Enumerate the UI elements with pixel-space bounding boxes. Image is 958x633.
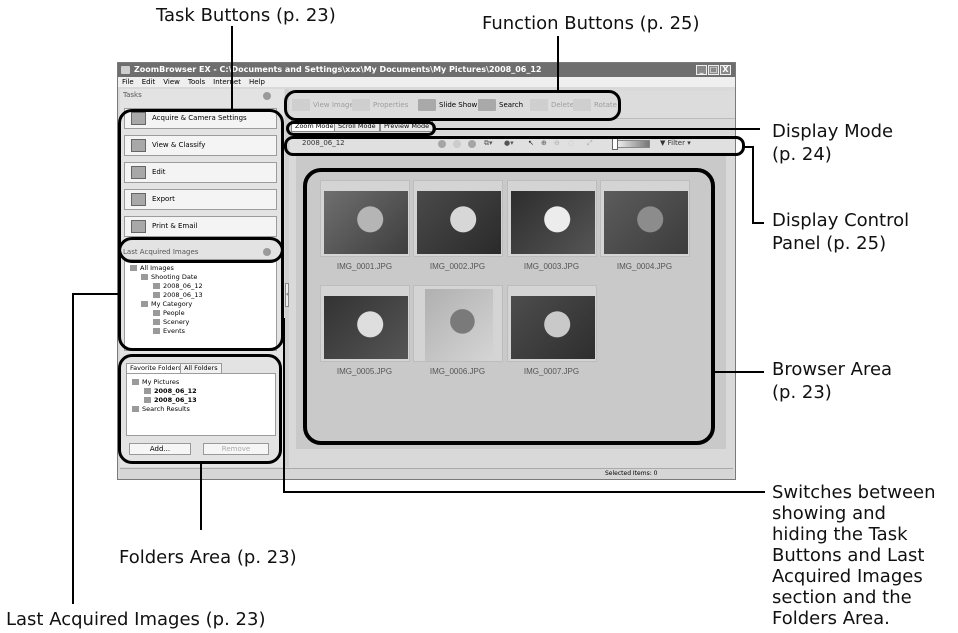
function-buttons-highlight xyxy=(284,90,621,121)
title-bar: ZoomBrowser EX - C:\Documents and Settin… xyxy=(118,63,735,77)
callout-line xyxy=(200,463,202,530)
close-button[interactable]: X xyxy=(720,65,731,75)
callout-switches-5: Acquired Images xyxy=(772,566,923,587)
callout-task-buttons: Task Buttons (p. 23) xyxy=(156,5,336,26)
display-mode-highlight xyxy=(286,121,436,136)
callout-line xyxy=(283,318,285,492)
callout-display-mode-2: (p. 24) xyxy=(772,144,832,165)
callout-line xyxy=(72,293,120,295)
callout-line xyxy=(283,491,765,493)
callout-display-mode-1: Display Mode xyxy=(772,121,894,142)
callout-browser-area-1: Browser Area xyxy=(772,359,893,380)
callout-switches-6: section and the xyxy=(772,587,912,608)
callout-line xyxy=(435,128,760,130)
selected-items-count: Selected Items: 0 xyxy=(605,470,658,477)
callout-browser-area-2: (p. 23) xyxy=(772,382,832,403)
callout-switches-2: showing and xyxy=(772,503,886,524)
app-icon xyxy=(121,66,130,74)
callout-line xyxy=(752,146,754,223)
folders-area-highlight xyxy=(118,354,282,464)
last-acquired-highlight xyxy=(118,237,284,351)
menu-edit[interactable]: Edit xyxy=(142,78,156,86)
tasks-title: Tasks xyxy=(123,91,142,99)
callout-switches-3: hiding the Task xyxy=(772,524,908,545)
callout-last-acquired: Last Acquired Images (p. 23) xyxy=(6,609,266,630)
display-control-highlight xyxy=(284,136,745,156)
callout-function-buttons: Function Buttons (p. 25) xyxy=(482,13,700,34)
callout-line xyxy=(72,293,74,604)
menu-help[interactable]: Help xyxy=(249,78,265,86)
callout-line xyxy=(231,26,233,111)
callout-switches-1: Switches between xyxy=(772,482,936,503)
callout-display-control-1: Display Control xyxy=(772,210,910,231)
menu-internet[interactable]: Internet xyxy=(213,78,241,86)
callout-switches-4: Buttons and Last xyxy=(772,545,925,566)
minimize-button[interactable]: _ xyxy=(696,65,707,75)
toggle-panel-handle[interactable]: ‹ xyxy=(285,283,289,307)
menu-tools[interactable]: Tools xyxy=(188,78,205,86)
tasks-collapse-icon[interactable] xyxy=(263,92,271,100)
callout-line xyxy=(752,222,764,224)
callout-folders-area: Folders Area (p. 23) xyxy=(119,547,297,568)
browser-area-highlight xyxy=(303,168,715,445)
menu-view[interactable]: View xyxy=(163,78,180,86)
menu-bar: File Edit View Tools Internet Help xyxy=(118,77,735,87)
callout-line xyxy=(714,371,764,373)
callout-display-control-2: Panel (p. 25) xyxy=(772,233,887,254)
callout-line xyxy=(557,36,559,91)
status-bar: Selected Items: 0 xyxy=(120,468,733,479)
maximize-button[interactable]: □ xyxy=(708,65,719,75)
menu-file[interactable]: File xyxy=(122,78,134,86)
callout-switches-7: Folders Area. xyxy=(772,608,890,629)
window-title: ZoomBrowser EX - C:\Documents and Settin… xyxy=(134,65,542,74)
